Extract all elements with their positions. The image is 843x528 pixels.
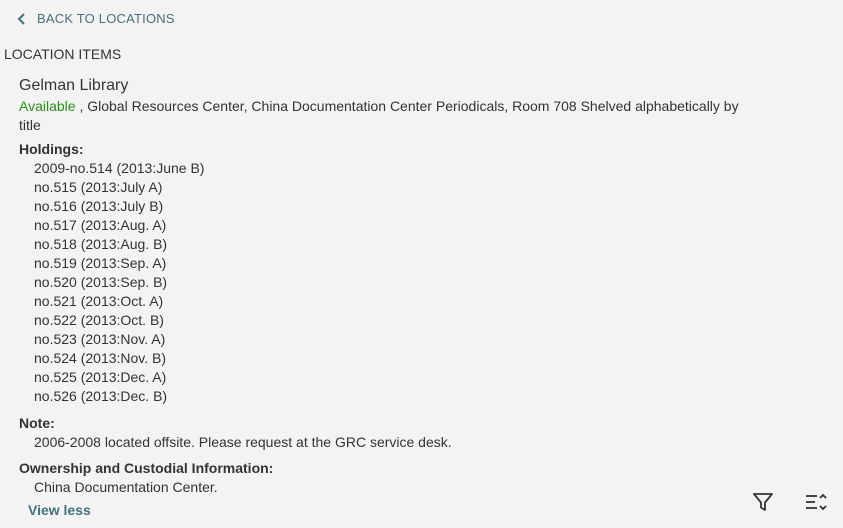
holdings-list: 2009-no.514 (2013:June B) no.515 (2013:J… <box>19 159 739 406</box>
holding-item: no.520 (2013:Sep. B) <box>34 274 168 290</box>
location-name: Gelman Library <box>19 77 129 94</box>
back-to-locations-label: BACK TO LOCATIONS <box>37 11 175 26</box>
note-section: Note: 2006-2008 located offsite. Please … <box>19 414 739 452</box>
back-to-locations-link[interactable]: BACK TO LOCATIONS <box>17 11 175 26</box>
holding-item: no.519 (2013:Sep. A) <box>34 255 167 271</box>
holding-item: no.515 (2013:July A) <box>34 179 163 195</box>
ownership-section: Ownership and Custodial Information: Chi… <box>19 459 739 497</box>
section-title: LOCATION ITEMS <box>4 46 122 62</box>
note-label: Note: <box>19 415 55 431</box>
availability-status: Available <box>19 98 76 114</box>
holdings-label: Holdings: <box>19 141 84 157</box>
holding-item: 2009-no.514 (2013:June B) <box>34 160 205 176</box>
sort-icon[interactable] <box>804 490 828 514</box>
ownership-label: Ownership and Custodial Information: <box>19 460 274 476</box>
holding-item: no.518 (2013:Aug. B) <box>34 236 168 252</box>
ownership-text: China Documentation Center. <box>34 479 218 495</box>
availability-line: Available , Global Resources Center, Chi… <box>19 97 739 135</box>
location-item: Gelman Library Available , Global Resour… <box>19 76 739 497</box>
location-details: , Global Resources Center, China Documen… <box>19 98 739 133</box>
holding-item: no.523 (2013:Nov. A) <box>34 331 166 347</box>
holding-item: no.522 (2013:Oct. B) <box>34 312 164 328</box>
holding-item: no.516 (2013:July B) <box>34 198 164 214</box>
view-less-link[interactable]: View less <box>28 502 91 518</box>
holdings-section: Holdings: 2009-no.514 (2013:June B) no.5… <box>19 140 739 406</box>
holding-item: no.517 (2013:Aug. A) <box>34 217 167 233</box>
holding-item: no.524 (2013:Nov. B) <box>34 350 167 366</box>
holding-item: no.525 (2013:Dec. A) <box>34 369 167 385</box>
chevron-left-icon <box>17 12 25 25</box>
holding-item: no.521 (2013:Oct. A) <box>34 293 164 309</box>
filter-icon[interactable] <box>751 490 775 514</box>
note-text: 2006-2008 located offsite. Please reques… <box>34 434 452 450</box>
page: BACK TO LOCATIONS LOCATION ITEMS Gelman … <box>0 0 843 528</box>
holding-item: no.526 (2013:Dec. B) <box>34 388 168 404</box>
